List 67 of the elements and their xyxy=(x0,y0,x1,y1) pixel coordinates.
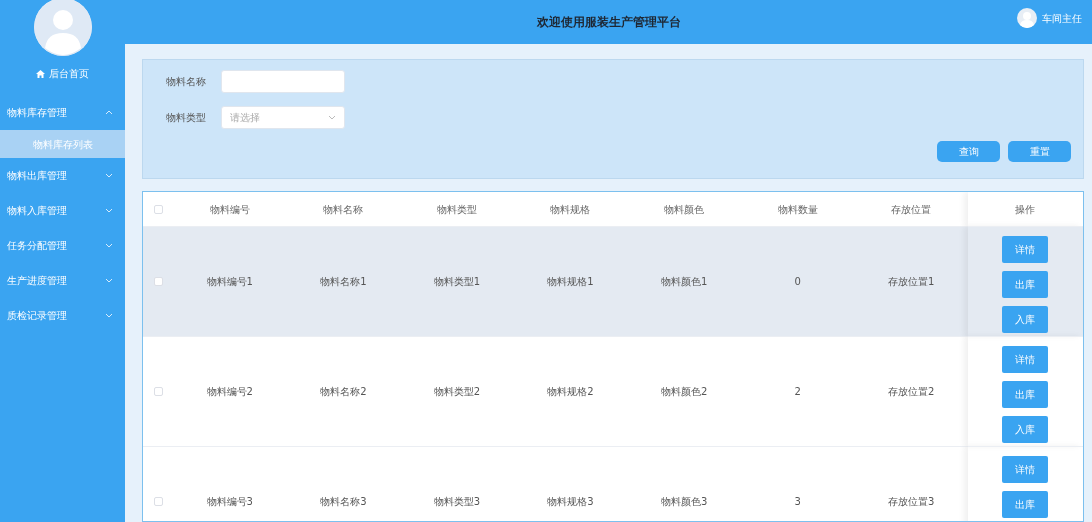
table-cell-text: 物料编号3 xyxy=(206,495,253,509)
table-cell-text: 物料名称3 xyxy=(320,495,367,509)
text-field[interactable] xyxy=(221,70,345,93)
column-header: 物料类型 xyxy=(435,202,478,217)
sidebar-menu-item[interactable]: 任务分配管理 xyxy=(0,228,125,263)
details-button[interactable]: 详情 xyxy=(1002,346,1049,373)
details-button[interactable]: 详情 xyxy=(1002,456,1049,483)
chevron-icon xyxy=(105,313,113,318)
table-cell-text: 物料规格2 xyxy=(547,385,594,399)
table-cell-text: 物料规格3 xyxy=(547,495,594,509)
column-header: 物料数量 xyxy=(776,202,819,217)
column-header: 物料编号 xyxy=(208,202,251,217)
table-cell-text: 物料颜色2 xyxy=(660,385,708,399)
column-header: 物料名称 xyxy=(322,202,365,217)
sidebar-menu-item[interactable]: 物料库存管理 xyxy=(0,95,125,130)
table-cell-text: 3 xyxy=(794,495,801,509)
chevron-icon xyxy=(105,243,113,248)
table-cell-text: 物料规格1 xyxy=(547,275,594,289)
sidebar-menu-item[interactable]: 生产进度管理 xyxy=(0,263,125,298)
outbound-button[interactable]: 出库 xyxy=(1002,271,1049,298)
table-cell-text: 0 xyxy=(794,275,801,289)
table-cell-text: 物料类型2 xyxy=(433,385,481,399)
checkbox[interactable] xyxy=(153,497,163,506)
table-cell-text: 物料类型3 xyxy=(433,495,481,509)
outbound-button[interactable]: 出库 xyxy=(1002,381,1049,408)
chevron-icon xyxy=(105,110,113,115)
page-title: 欢迎使用服装生产管理平台 xyxy=(536,14,681,31)
table-cell-text: 存放位置1 xyxy=(888,275,935,289)
avatar-icon xyxy=(33,0,92,56)
table-cell-text: 物料编号1 xyxy=(206,275,253,289)
outbound-button[interactable]: 出库 xyxy=(1002,491,1049,518)
checkbox[interactable] xyxy=(153,204,163,214)
table-cell-text: 存放位置2 xyxy=(888,385,935,399)
sidebar-menu-item[interactable]: 物料出库管理 xyxy=(0,158,125,193)
table-cell-text: 物料颜色1 xyxy=(660,275,708,289)
field-label: 物料名称 xyxy=(166,75,207,89)
home-icon xyxy=(36,69,45,78)
reset-button[interactable]: 重置 xyxy=(1008,141,1071,162)
sidebar-menu-item[interactable]: 物料入库管理 xyxy=(0,193,125,228)
chevron-icon xyxy=(105,173,113,178)
table-cell-text: 物料名称2 xyxy=(320,385,367,399)
user-name[interactable]: 车间主任 xyxy=(1042,10,1082,26)
table-cell-text: 物料颜色3 xyxy=(660,495,708,509)
sidebar-menu-item[interactable]: 质检记录管理 xyxy=(0,298,125,333)
chevron-icon xyxy=(105,278,113,283)
sidebar-subitem[interactable]: 物料库存列表 xyxy=(0,130,125,158)
table-cell-text: 物料类型1 xyxy=(433,275,481,289)
field-label: 物料类型 xyxy=(166,111,207,125)
inbound-button[interactable]: 入库 xyxy=(1002,416,1049,443)
column-header: 物料规格 xyxy=(549,202,592,217)
checkbox[interactable] xyxy=(153,387,163,396)
table-cell-text: 存放位置3 xyxy=(888,495,935,509)
inbound-button[interactable]: 入库 xyxy=(1002,306,1049,333)
column-header: 物料颜色 xyxy=(663,202,706,217)
table-cell-text: 2 xyxy=(794,385,801,399)
details-button[interactable]: 详情 xyxy=(1002,236,1049,263)
column-header: 存放位置 xyxy=(890,202,933,217)
search-button[interactable]: 查询 xyxy=(937,141,1000,162)
home-link[interactable]: 后台首页 xyxy=(0,56,125,95)
table-cell-text: 物料编号2 xyxy=(206,385,253,399)
select-field[interactable]: 请选择 xyxy=(221,106,345,129)
checkbox[interactable] xyxy=(153,277,163,286)
user-avatar-icon xyxy=(1017,8,1037,28)
table-cell-text: 物料名称1 xyxy=(320,275,367,289)
column-header: 操作 xyxy=(968,192,1083,226)
chevron-icon xyxy=(105,208,113,213)
chevron-icon xyxy=(328,115,336,120)
